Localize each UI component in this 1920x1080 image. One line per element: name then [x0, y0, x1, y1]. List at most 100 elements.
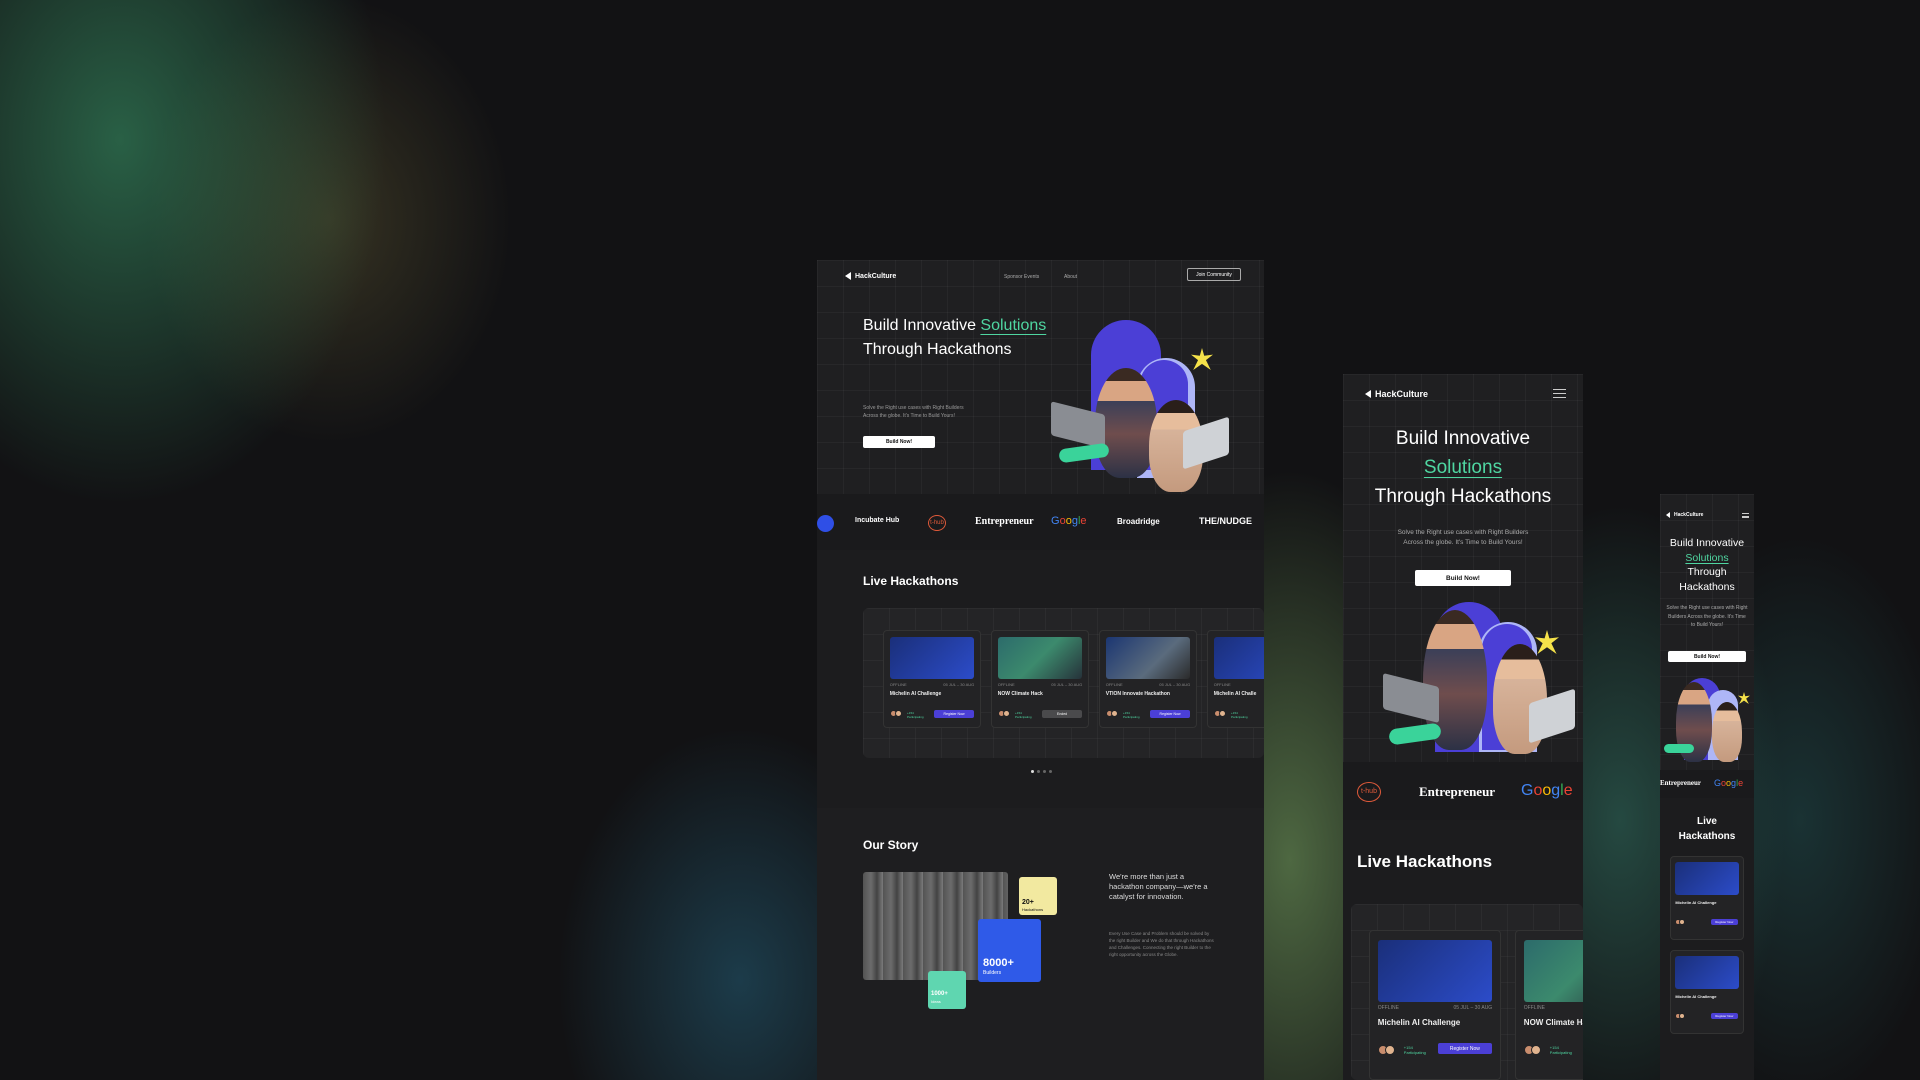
hackathon-card[interactable]: Michelin AI Challenge Register Now	[1670, 950, 1744, 1034]
stat-builders-value: 8000+	[983, 957, 1014, 969]
card-avatars	[889, 709, 902, 717]
tablet-live-heading: Live Hackathons	[1357, 852, 1493, 871]
mobile-hero-illustration	[1660, 674, 1754, 764]
hackathon-card[interactable]: OFFLINE NOW Climate Ha +154 Participatin…	[1515, 930, 1583, 1080]
mobile-live-heading: Live Hackathons	[1678, 816, 1736, 842]
card-participants: +154 Participating	[1123, 710, 1140, 719]
stat-hackathons-label: Hackathons	[1022, 907, 1044, 912]
register-now-button[interactable]: Register Now	[933, 709, 975, 718]
our-story-heading: Our Story	[863, 838, 919, 852]
card-avatars	[1377, 1044, 1395, 1055]
tablet-logo[interactable]: HackCulture	[1365, 389, 1428, 399]
card-mode: OFFLINE	[1523, 1005, 1545, 1011]
leaf-decoration	[1388, 722, 1442, 746]
nav-sponsor-events[interactable]: Sponsor Events	[1004, 274, 1039, 280]
card-thumbnail	[997, 636, 1083, 679]
card-title: Michelin AI Challe	[1213, 690, 1257, 697]
card-avatars	[1523, 1044, 1541, 1055]
carousel-pagination[interactable]	[1031, 770, 1052, 773]
card-thumbnail	[1213, 636, 1264, 679]
hero-illustration	[1037, 320, 1247, 495]
stat-builders-card: 8000+ Builders	[978, 919, 1041, 982]
desktop-logo[interactable]: HackCulture	[845, 272, 896, 280]
stat-ideas-label: Ideas	[931, 999, 941, 1004]
card-mode: OFFLINE	[1105, 681, 1123, 687]
tablet-hero-illustration	[1383, 602, 1583, 762]
status-bar	[1660, 494, 1754, 502]
card-dates: 05 JUL – 30 AUG	[1453, 1005, 1493, 1011]
card-participants: +154 Participating	[1015, 710, 1032, 719]
desktop-live-section: Live Hackathons OFFLINE 05 JUL – 30 AUG …	[817, 550, 1264, 808]
card-participants: +154 Participating	[1231, 710, 1248, 719]
card-title: NOW Climate Ha	[1523, 1018, 1583, 1028]
partner-entrepreneur: Entrepreneur	[1419, 784, 1496, 799]
leaf-decoration	[1664, 744, 1694, 753]
build-now-button[interactable]: Build Now!	[863, 436, 935, 448]
cards-carousel: OFFLINE 05 JUL – 30 AUG Michelin AI Chal…	[863, 608, 1264, 758]
join-community-button[interactable]: Join Community	[1187, 268, 1241, 281]
mobile-hero-title: Build Innovative Solutions Through Hacka…	[1669, 537, 1745, 593]
desktop-frame: HackCulture Sponsor Events About Join Co…	[817, 260, 1264, 1080]
hackathon-card[interactable]: OFFLINE 05 JUL – 30 AUG Michelin AI Chal…	[1369, 930, 1501, 1080]
tablet-hero-subtitle: Solve the Right use cases with Right Bui…	[1397, 529, 1529, 546]
mobile-frame: HackCulture Build Innovative Solutions T…	[1660, 494, 1754, 1080]
partner-entrepreneur: Entrepreneur	[1660, 779, 1701, 787]
sparkle-icon	[1535, 630, 1559, 654]
mobile-logo[interactable]: HackCulture	[1666, 512, 1703, 518]
card-thumbnail	[1523, 939, 1583, 1003]
card-avatars	[1105, 709, 1118, 717]
hackathon-card[interactable]: OFFLINE 05 JUL – 30 AUG NOW Climate Hack…	[991, 630, 1089, 728]
card-mode: OFFLINE	[997, 681, 1015, 687]
partner-google: Google	[1521, 782, 1573, 799]
card-thumbnail	[1675, 955, 1739, 989]
desktop-partners-strip: Incubate Hub t-hub Entrepreneur Google B…	[817, 494, 1264, 550]
hackathon-card[interactable]: OFFLINE 05 JUL – 30 AUG Michelin AI Chal…	[883, 630, 981, 728]
card-dates: 05 JUL – 30 AUG	[1051, 681, 1083, 687]
mobile-hero-subtitle: Solve the Right use cases with Right Bui…	[1666, 605, 1748, 628]
hackathon-card[interactable]: OFFLINE Michelin AI Challe +154 Particip…	[1207, 630, 1264, 728]
hamburger-menu-icon[interactable]	[1742, 513, 1749, 518]
card-participants: +154 Participating	[1549, 1044, 1572, 1055]
partner-broadridge: Broadridge	[1117, 517, 1160, 526]
card-dates: 05 JUL – 30 AUG	[1159, 681, 1191, 687]
desktop-hero: HackCulture Sponsor Events About Join Co…	[817, 260, 1264, 494]
tablet-cards-carousel: OFFLINE 05 JUL – 30 AUG Michelin AI Chal…	[1351, 904, 1583, 1080]
register-now-button[interactable]: Register Now	[1710, 1013, 1738, 1020]
stat-ideas-card: 1000+ Ideas	[928, 971, 966, 1009]
card-title: Michelin AI Challenge	[1675, 899, 1717, 905]
register-now-button[interactable]: Register Now	[1437, 1043, 1493, 1055]
card-mode: OFFLINE	[889, 681, 907, 687]
card-avatars	[1213, 709, 1226, 717]
sparkle-icon	[1738, 692, 1750, 704]
stat-ideas-value: 1000+	[931, 991, 948, 997]
card-title: Michelin AI Challenge	[1675, 993, 1717, 999]
mobile-build-now-button[interactable]: Build Now!	[1668, 651, 1746, 662]
tablet-build-now-button[interactable]: Build Now!	[1415, 570, 1511, 586]
story-tagline: We're more than just a hackathon company…	[1109, 872, 1208, 901]
partner-logo-circle	[817, 515, 834, 532]
ended-button[interactable]: Ended	[1041, 709, 1083, 718]
card-thumbnail	[889, 636, 975, 679]
nav-about[interactable]: About	[1064, 274, 1077, 280]
register-now-button[interactable]: Register Now	[1710, 919, 1738, 926]
card-avatars	[1675, 919, 1686, 926]
hackathon-card[interactable]: OFFLINE 05 JUL – 30 AUG VTION Innovate H…	[1099, 630, 1197, 728]
card-mode: OFFLINE	[1213, 681, 1231, 687]
design-canvas: HackCulture Sponsor Events About Join Co…	[0, 0, 1920, 1080]
card-thumbnail	[1377, 939, 1493, 1003]
story-body: Every Use Case and Problem should be sol…	[1109, 931, 1214, 957]
logo-icon	[1666, 512, 1670, 518]
hamburger-menu-icon[interactable]	[1553, 389, 1566, 398]
card-participants: +154 Participating	[1403, 1044, 1426, 1055]
desktop-hero-subtitle: Solve the Right use cases with Right Bui…	[863, 405, 964, 419]
hackathon-card[interactable]: Michelin AI Challenge Register Now	[1670, 856, 1744, 940]
register-now-button[interactable]: Register Now	[1149, 709, 1191, 718]
card-avatars	[1675, 1013, 1686, 1020]
card-thumbnail	[1105, 636, 1191, 679]
partner-the-nudge: THE/NUDGE	[1199, 516, 1253, 526]
logo-icon	[845, 272, 851, 280]
tablet-partners-strip: t-hub Entrepreneur Google	[1343, 762, 1583, 820]
sparkle-icon	[1191, 348, 1213, 370]
stat-builders-label: Builders	[983, 970, 1002, 976]
mobile-partners-strip: Entrepreneur Google	[1660, 770, 1754, 798]
